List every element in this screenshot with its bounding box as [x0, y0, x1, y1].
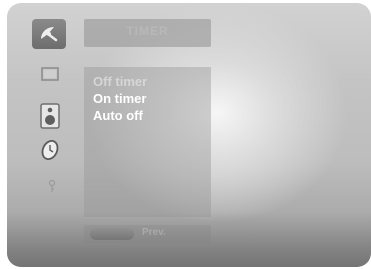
osd-menu-panel: TIMER Off timer On timer Auto off Prev.: [7, 3, 371, 267]
menu-header: TIMER: [84, 19, 211, 47]
menu-item-on-timer[interactable]: On timer: [93, 91, 146, 107]
satellite-dish-icon: [41, 27, 58, 42]
station-menu-icon[interactable]: [32, 19, 66, 49]
menu-item-auto-off[interactable]: Auto off: [93, 108, 143, 124]
special-menu-icon[interactable]: [47, 179, 57, 193]
submenu-list: Off timer On timer Auto off: [84, 67, 211, 217]
screen-icon: [41, 67, 59, 81]
picture-menu-icon[interactable]: [41, 67, 59, 81]
footer-bar: Prev.: [84, 225, 211, 243]
time-menu-icon[interactable]: [39, 139, 61, 161]
prev-label: Prev.: [142, 227, 166, 238]
prev-button-pill[interactable]: [90, 228, 134, 240]
menu-item-off-timer[interactable]: Off timer: [93, 74, 147, 90]
menu-title: TIMER: [126, 24, 169, 38]
clock-icon: [41, 139, 59, 161]
key-icon: [48, 179, 56, 192]
speaker-icon: [40, 103, 60, 129]
sound-menu-icon[interactable]: [40, 103, 60, 129]
